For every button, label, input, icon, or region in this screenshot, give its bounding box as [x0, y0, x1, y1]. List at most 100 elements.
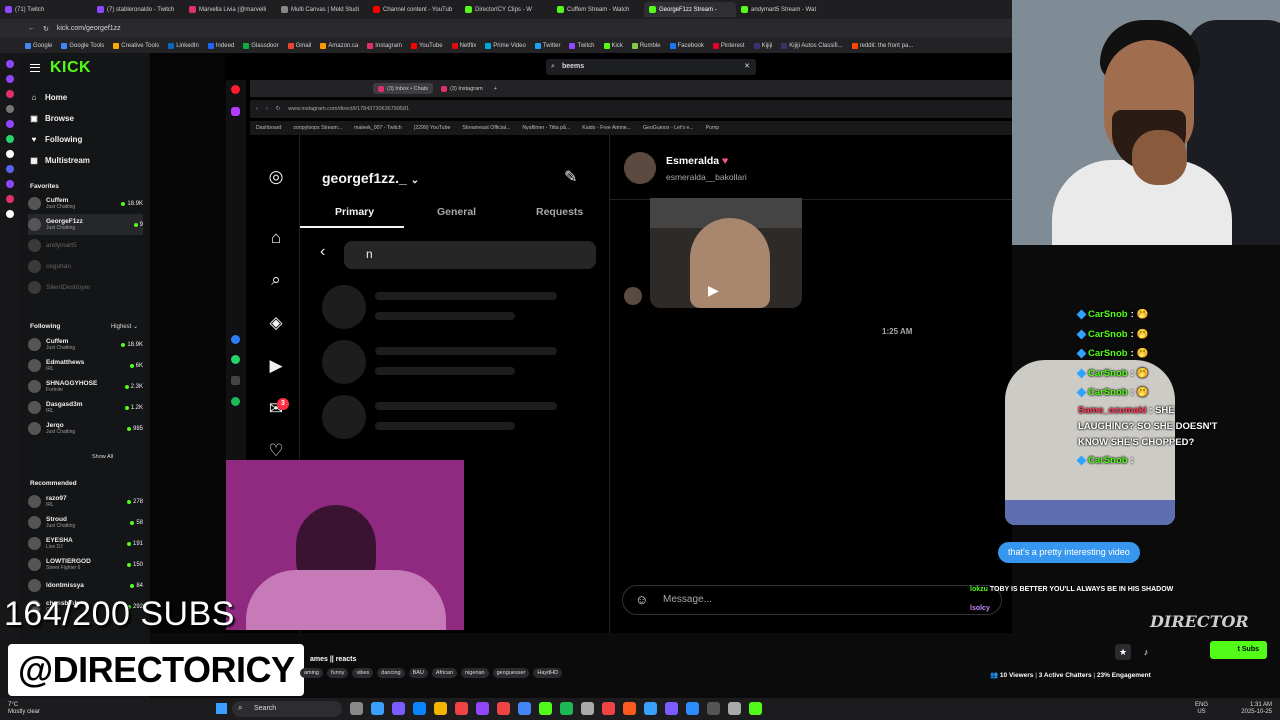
reload-icon[interactable]: ↻ [276, 106, 281, 112]
channel-item[interactable]: Cuffem Just Chatting 18.9K [28, 193, 143, 214]
nav-item-multistream[interactable]: ▦ Multistream [30, 150, 90, 171]
nested-bookmark-item[interactable]: maleek_007 - Twitch [354, 125, 401, 131]
kick-search-bar[interactable]: ⌕ beems ✕ [546, 59, 756, 75]
nav-item-following[interactable]: ♥ Following [30, 129, 90, 150]
channel-item[interactable]: ceguhan [28, 256, 143, 277]
contact-name[interactable]: Esmeralda ♥ [666, 155, 728, 167]
stream-tag[interactable]: dancing [377, 668, 405, 678]
reload-icon[interactable]: ↻ [43, 25, 49, 33]
bookmark-item[interactable]: Pinterest [712, 42, 745, 49]
bookmark-item[interactable]: Google [25, 42, 52, 49]
stream-tag[interactable]: BAU [408, 668, 428, 678]
nav-item-browse[interactable]: ▣ Browse [30, 108, 90, 129]
channel-item[interactable]: razo97 IRL 278 [28, 491, 143, 512]
windows-start-icon[interactable] [216, 703, 227, 714]
sidebar-app-icon[interactable] [6, 120, 14, 128]
nested-bookmark-item[interactable]: Nyafilmer - Titta på... [522, 125, 570, 131]
hamburger-menu-icon[interactable] [30, 64, 40, 72]
inbox-search-input[interactable]: n [344, 241, 596, 269]
bookmark-item[interactable]: Gmail [287, 42, 311, 49]
bookmark-item[interactable]: Indeed [207, 42, 234, 49]
back-icon[interactable]: ‹ [256, 106, 258, 112]
nested-bookmark-item[interactable]: zoopyloops Stream... [293, 125, 342, 131]
taskbar-app-icon[interactable] [602, 702, 615, 715]
sidebar-app-icon[interactable] [6, 210, 14, 218]
taskbar-app-icon[interactable] [707, 702, 720, 715]
sidebar-app-icon[interactable] [6, 180, 14, 188]
taskbar-app-icon[interactable] [749, 702, 762, 715]
channel-item[interactable]: andymart5 [28, 235, 143, 256]
nested-tab[interactable]: (3) Instagram [436, 83, 488, 94]
back-icon[interactable]: ← [28, 25, 35, 32]
browser-tab[interactable]: andymart5 Stream - Wat [736, 2, 828, 17]
sidebar-app-icon[interactable] [6, 60, 14, 68]
url-text[interactable]: kick.com/georgef1zz [57, 25, 121, 32]
taskbar-app-icon[interactable] [392, 702, 405, 715]
browser-tab[interactable]: Marvella Livia (@marvelli [184, 2, 276, 17]
outgoing-message-bubble[interactable]: that's a pretty interesting video [998, 542, 1140, 563]
taskbar-clock[interactable]: 1:31 AM 2025-10-25 [1241, 702, 1272, 716]
following-sort-dropdown[interactable]: Highest ⌄ [111, 323, 138, 330]
bookmark-item[interactable]: Twitter [534, 42, 560, 49]
channel-item[interactable]: Jerqo Just Chatting 985 [28, 418, 143, 439]
sidebar-app-icon[interactable] [6, 90, 14, 98]
emoji-icon[interactable]: ☺ [635, 592, 648, 607]
bookmark-item[interactable]: YouTube [410, 42, 443, 49]
channel-item[interactable]: SHNAGGYHOSE Fortnite 2.3K [28, 376, 143, 397]
sidebar-app-icon[interactable] [6, 165, 14, 173]
channel-item[interactable]: Stroud Just Chatting 58 [28, 512, 143, 533]
bookmark-item[interactable]: Facebook [669, 42, 704, 49]
bookmark-item[interactable]: LinkedIn [168, 42, 199, 49]
channel-item[interactable]: LOWTIERGOD Street Fighter 6 150 [28, 554, 143, 575]
subscribe-button[interactable]: t Subs [1210, 641, 1267, 659]
explore-icon[interactable]: ◈ [266, 313, 286, 333]
sidebar-app-icon[interactable] [6, 150, 14, 158]
compose-icon[interactable]: ✎ [564, 167, 577, 187]
channel-item[interactable]: ldontmissya 84 [28, 575, 143, 596]
kick-logo[interactable]: KICK [50, 59, 91, 77]
stream-tag[interactable]: nigerian [461, 668, 489, 678]
bookmark-item[interactable]: Netflix [451, 42, 476, 49]
bookmark-item[interactable]: Kijiji [753, 42, 772, 49]
opera-icon[interactable] [231, 85, 240, 94]
bookmark-item[interactable]: Glassdoor [243, 42, 279, 49]
language-indicator[interactable]: ENG US [1195, 702, 1208, 716]
bookmark-item[interactable]: Kijiji Autos Classifi... [781, 42, 843, 49]
stream-tag[interactable]: vibes [352, 668, 374, 678]
channel-item[interactable]: Edmatthews IRL 6K [28, 355, 143, 376]
taskbar-app-icon[interactable] [539, 702, 552, 715]
bookmark-item[interactable]: Twitch [569, 42, 595, 49]
taskbar-app-icon[interactable] [686, 702, 699, 715]
nav-item-home[interactable]: ⌂ Home [30, 87, 90, 108]
spotify-side-icon[interactable] [231, 397, 240, 406]
nested-bookmark-item[interactable]: (2299) YouTube [414, 125, 451, 131]
taskbar-app-icon[interactable] [665, 702, 678, 715]
show-all-link[interactable]: Show All [92, 454, 113, 460]
bookmark-item[interactable]: Prime Video [485, 42, 526, 49]
taskbar-app-icon[interactable] [644, 702, 657, 715]
nested-bookmark-item[interactable]: Streameast Official... [462, 125, 510, 131]
notifications-heart-icon[interactable]: ♡ [266, 441, 286, 461]
taskbar-app-icon[interactable] [497, 702, 510, 715]
browser-tab[interactable]: Multi Canvas | Meld Studi [276, 2, 368, 17]
channel-item[interactable]: Dasgasd3m IRL 1.2K [28, 397, 143, 418]
taskbar-app-icon[interactable] [455, 702, 468, 715]
bookmark-item[interactable]: reddit: the front pa... [851, 42, 913, 49]
contact-avatar[interactable] [624, 152, 656, 184]
whatsapp-side-icon[interactable] [231, 355, 240, 364]
taskbar-app-icon[interactable] [371, 702, 384, 715]
browser-tab[interactable]: DirectorICY Clips - W [460, 2, 552, 17]
tab-requests[interactable]: Requests [536, 206, 583, 218]
nested-bookmark-item[interactable]: Kaido - Free Anime... [582, 125, 631, 131]
browser-tab[interactable]: Channel content - YouTub [368, 2, 460, 17]
home-icon[interactable]: ⌂ [266, 228, 286, 248]
bookmark-item[interactable]: Kick [603, 42, 623, 49]
nested-tab[interactable]: (3) Inbox • Chats [373, 83, 434, 94]
tab-primary[interactable]: Primary [335, 206, 374, 218]
browser-tab[interactable]: (7) stableronaldo - Twitch [92, 2, 184, 17]
notification-bell-icon[interactable]: ♪ [1138, 644, 1154, 660]
nested-bookmark-item[interactable]: GeoGuessr - Let's e... [643, 125, 694, 131]
stream-tag[interactable]: African [431, 668, 458, 678]
stream-tag[interactable]: HaydHD [533, 668, 563, 678]
tab-general[interactable]: General [437, 206, 476, 218]
